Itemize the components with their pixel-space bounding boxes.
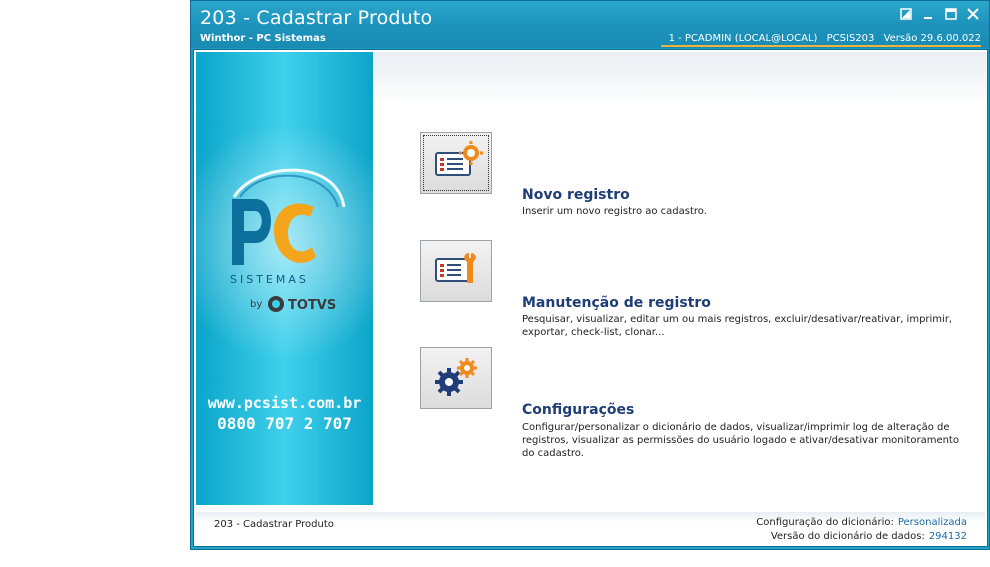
status-bar: 203 - Cadastrar Produto Configuração do …	[196, 512, 985, 546]
phone-text: 0800 707 2 707	[217, 414, 352, 433]
settings-title[interactable]: Configurações	[522, 402, 634, 418]
new-record-description: Inserir um novo registro ao cadastro.	[522, 206, 707, 217]
dict-config: Configuração do dicionário: Personalizada	[756, 517, 967, 528]
logo-by: by	[250, 299, 262, 310]
maintenance-title[interactable]: Manutenção de registro	[522, 295, 711, 311]
session-info: 1 - PCADMIN (LOCAL@LOCAL) PCSIS203 Versã…	[663, 33, 981, 44]
dict-version-value: 294132	[928, 531, 967, 542]
title-underline	[661, 45, 981, 47]
dict-config-value: Personalizada	[897, 517, 967, 528]
settings-gears-icon	[435, 358, 477, 396]
settings-description: Configurar/personalizar o dicionário de …	[522, 422, 959, 459]
side-banner: SISTEMAS by TOTVS www.pcsist.com.br 0800…	[196, 52, 373, 505]
application-window: 203 - Cadastrar Produto Winthor - PC Sis…	[190, 0, 990, 550]
program-code: PCSIS203	[826, 33, 875, 44]
restore-icon[interactable]	[899, 8, 913, 22]
maintenance-button[interactable]	[420, 240, 492, 302]
window-subtitle: Winthor - PC Sistemas	[200, 33, 326, 44]
logo-brand: TOTVS	[288, 298, 336, 313]
maintenance-icon	[435, 253, 476, 283]
new-record-button[interactable]	[420, 132, 492, 194]
main-panel: Novo registro Inserir um novo registro a…	[374, 52, 986, 505]
new-record-icon	[435, 141, 483, 176]
window-title: 203 - Cadastrar Produto	[200, 7, 433, 29]
website-text: www.pcsist.com.br	[207, 394, 362, 412]
close-icon[interactable]	[966, 8, 980, 22]
minimize-icon[interactable]	[921, 8, 935, 22]
client-area: SISTEMAS by TOTVS www.pcsist.com.br 0800…	[193, 49, 988, 547]
settings-button[interactable]	[420, 347, 492, 409]
new-record-title[interactable]: Novo registro	[522, 187, 630, 203]
dict-version: Versão do dicionário de dados: 294132	[771, 531, 967, 542]
program-version: Versão 29.6.00.022	[883, 33, 981, 44]
dict-version-label: Versão do dicionário de dados:	[770, 531, 925, 542]
dict-config-label: Configuração do dicionário:	[756, 517, 894, 528]
session-user: 1 - PCADMIN (LOCAL@LOCAL)	[668, 33, 818, 44]
logo-word: SISTEMAS	[230, 273, 309, 286]
maintenance-description: Pesquisar, visualizar, editar um ou mais…	[522, 314, 953, 338]
maximize-icon[interactable]	[944, 8, 958, 22]
status-program: 203 - Cadastrar Produto	[214, 519, 334, 530]
title-bar[interactable]: 203 - Cadastrar Produto Winthor - PC Sis…	[191, 1, 989, 48]
pc-sistemas-logo: SISTEMAS by TOTVS	[230, 168, 346, 313]
